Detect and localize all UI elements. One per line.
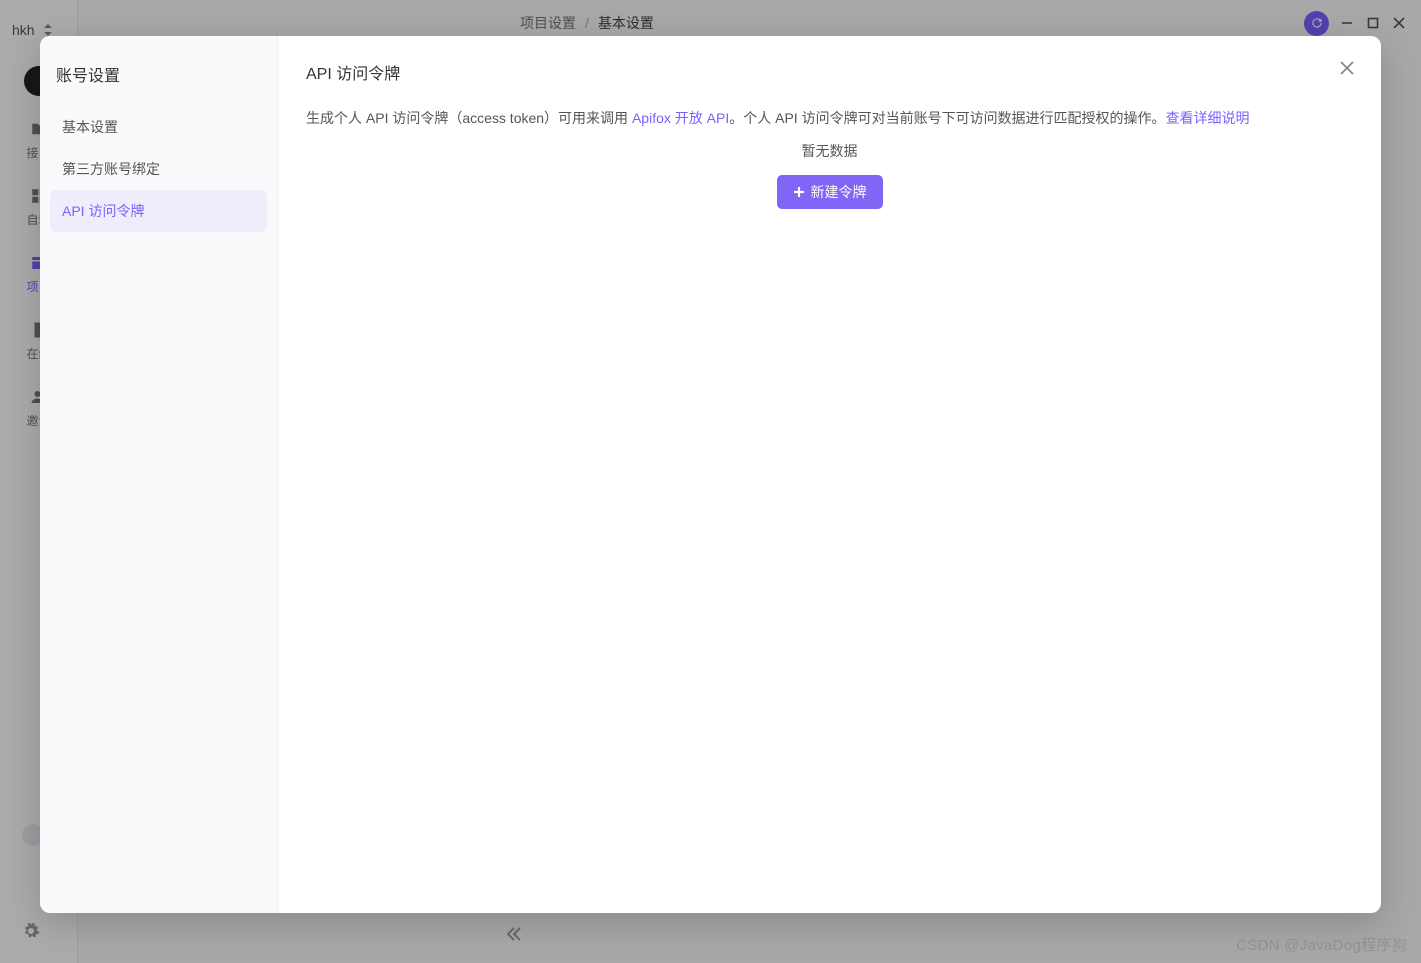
modal-sidebar-title: 账号设置	[50, 54, 267, 106]
modal-side-item-label: 基本设置	[62, 117, 118, 137]
modal-desc-text-2: 。个人 API 访问令牌可对当前账号下可访问数据进行匹配授权的操作。	[729, 110, 1165, 126]
create-token-button-label: 新建令牌	[811, 182, 867, 202]
modal-sidebar: 账号设置 基本设置 第三方账号绑定 API 访问令牌	[40, 36, 278, 913]
plus-icon	[793, 186, 805, 198]
modal-main: API 访问令牌 生成个人 API 访问令牌（access token）可用来调…	[278, 36, 1381, 913]
modal-side-item-label: API 访问令牌	[62, 201, 144, 221]
view-details-link[interactable]: 查看详细说明	[1166, 110, 1250, 126]
close-icon	[1340, 61, 1354, 75]
empty-state-text: 暂无数据	[306, 141, 1353, 161]
modal-side-item-basic[interactable]: 基本设置	[50, 106, 267, 148]
modal-side-item-label: 第三方账号绑定	[62, 159, 160, 179]
modal-desc-text-1: 生成个人 API 访问令牌（access token）可用来调用	[306, 110, 632, 126]
modal-close-button[interactable]	[1335, 56, 1359, 80]
modal-title: API 访问令牌	[306, 60, 1353, 84]
modal-side-item-api-token[interactable]: API 访问令牌	[50, 190, 267, 232]
apifox-open-api-link[interactable]: Apifox 开放 API	[632, 110, 729, 126]
account-settings-modal: 账号设置 基本设置 第三方账号绑定 API 访问令牌 API 访问令牌 生成个人…	[40, 36, 1381, 913]
modal-side-item-thirdparty[interactable]: 第三方账号绑定	[50, 148, 267, 190]
create-token-button[interactable]: 新建令牌	[777, 175, 883, 209]
modal-description: 生成个人 API 访问令牌（access token）可用来调用 Apifox …	[306, 106, 1353, 131]
